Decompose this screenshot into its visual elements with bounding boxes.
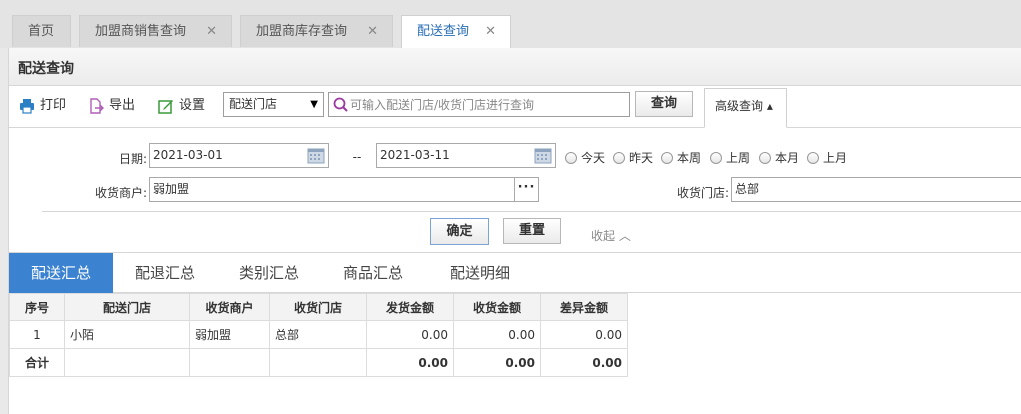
settings-label: 设置 bbox=[179, 98, 206, 113]
tab-label: 首页 bbox=[28, 24, 55, 39]
merchant-label: 收货商户: bbox=[94, 186, 147, 200]
tab-label: 加盟商库存查询 bbox=[256, 24, 348, 39]
calendar-icon[interactable] bbox=[534, 147, 552, 164]
date-from-field[interactable]: 2021-03-01 bbox=[149, 143, 329, 168]
collapse-toggle[interactable]: 收起 ︿ bbox=[591, 227, 631, 244]
radio-icon bbox=[807, 152, 819, 164]
reset-button[interactable]: 重置 bbox=[503, 218, 561, 244]
toolbar: 打印 导出 设置 配送门店 ▼ 查询 bbox=[9, 86, 1021, 128]
table-cell: 0.00 bbox=[540, 348, 628, 377]
radio-icon bbox=[710, 152, 722, 164]
merchant-field[interactable]: 弱加盟 ··· bbox=[149, 177, 539, 202]
confirm-button[interactable]: 确定 bbox=[430, 218, 489, 245]
tab-delivery-query[interactable]: 配送查询 ✕ bbox=[401, 15, 511, 48]
tab-home[interactable]: 首页 bbox=[12, 15, 71, 47]
page-header: 配送查询 bbox=[9, 48, 1021, 86]
export-button[interactable]: 导出 bbox=[88, 96, 148, 116]
date-to-field[interactable]: 2021-03-11 bbox=[376, 143, 556, 168]
radio-icon bbox=[613, 152, 625, 164]
table-total-row: 合计 0.00 0.00 0.00 bbox=[9, 348, 628, 377]
printer-icon bbox=[20, 99, 34, 114]
main-panel: 配送查询 打印 导出 设置 配送门店 ▼ 可输入配送门店/收货门店进行查询 查询… bbox=[8, 48, 1021, 414]
merchant-value: 弱加盟 bbox=[153, 182, 190, 196]
search-box bbox=[328, 92, 630, 117]
radio-icon bbox=[759, 152, 771, 164]
date-label: 日期: bbox=[118, 152, 147, 166]
quick-date-label: 本周 bbox=[677, 151, 702, 165]
table-cell: 合计 bbox=[9, 348, 65, 377]
tab-strip: 首页 加盟商销售查询 ✕ 加盟商库存查询 ✕ 配送查询 ✕ bbox=[0, 0, 1021, 48]
summary-tabs: 配送汇总 配退汇总 类别汇总 商品汇总 配送明细 bbox=[9, 252, 1021, 293]
table-cell: 0.00 bbox=[366, 320, 454, 349]
table-cell: 0.00 bbox=[453, 348, 541, 377]
query-button[interactable]: 查询 bbox=[635, 91, 693, 117]
calendar-icon[interactable] bbox=[307, 147, 325, 164]
column-header[interactable]: 收货商户 bbox=[189, 293, 270, 321]
search-icon bbox=[333, 97, 348, 112]
date-from-value: 2021-03-01 bbox=[153, 148, 223, 162]
tab-label: 加盟商销售查询 bbox=[95, 24, 187, 39]
dropdown-arrow-icon: ▼ bbox=[310, 99, 318, 110]
tab-product-summary[interactable]: 商品汇总 bbox=[321, 253, 425, 293]
tab-return-summary[interactable]: 配退汇总 bbox=[113, 253, 217, 293]
table-cell: 总部 bbox=[269, 320, 367, 349]
tab-label: 配送查询 bbox=[417, 24, 470, 39]
column-header[interactable]: 发货金额 bbox=[366, 293, 454, 321]
radio-icon bbox=[565, 152, 577, 164]
close-icon[interactable]: ✕ bbox=[367, 16, 378, 47]
export-label: 导出 bbox=[109, 98, 136, 113]
export-icon bbox=[90, 98, 104, 114]
quick-date-label: 今天 bbox=[581, 151, 606, 165]
store-label: 收货门店: bbox=[676, 186, 729, 200]
scope-select-value: 配送门店 bbox=[229, 97, 278, 111]
column-header[interactable]: 收货门店 bbox=[269, 293, 367, 321]
advanced-query-tab[interactable]: 高级查询 ▴ bbox=[704, 88, 787, 128]
radio-icon bbox=[661, 152, 673, 164]
quick-date-label: 昨天 bbox=[629, 151, 654, 165]
close-icon[interactable]: ✕ bbox=[485, 16, 496, 47]
delivery-table: 序号 配送门店 收货商户 收货门店 发货金额 收货金额 差异金额 1 小陌 弱加… bbox=[9, 293, 628, 377]
search-input[interactable] bbox=[350, 94, 625, 115]
filter-divider bbox=[42, 211, 1021, 212]
more-options-icon[interactable]: ··· bbox=[514, 178, 538, 201]
date-to-value: 2021-03-11 bbox=[380, 148, 450, 162]
quick-date-label: 上周 bbox=[726, 151, 751, 165]
edit-settings-icon bbox=[158, 100, 173, 114]
table-cell: 1 bbox=[9, 320, 65, 349]
page-title: 配送查询 bbox=[18, 61, 74, 77]
column-header[interactable]: 收货金额 bbox=[453, 293, 541, 321]
table-cell bbox=[64, 348, 190, 377]
tab-franchise-sales[interactable]: 加盟商销售查询 ✕ bbox=[79, 15, 232, 47]
column-header[interactable]: 序号 bbox=[9, 293, 65, 321]
quick-date-label: 上月 bbox=[823, 151, 848, 165]
store-field[interactable]: 总部 bbox=[731, 177, 1021, 202]
table-cell: 小陌 bbox=[64, 320, 190, 349]
tab-delivery-detail[interactable]: 配送明细 bbox=[425, 253, 535, 293]
table-row[interactable]: 1 小陌 弱加盟 总部 0.00 0.00 0.00 bbox=[9, 320, 628, 349]
column-header[interactable]: 配送门店 bbox=[64, 293, 190, 321]
settings-button[interactable]: 设置 bbox=[158, 96, 218, 116]
quick-date-label: 本月 bbox=[775, 151, 800, 165]
table-cell bbox=[189, 348, 270, 377]
scope-select[interactable]: 配送门店 ▼ bbox=[223, 92, 324, 117]
table-cell: 0.00 bbox=[453, 320, 541, 349]
table-cell: 弱加盟 bbox=[189, 320, 270, 349]
advanced-query-label: 高级查询 ▴ bbox=[715, 99, 773, 113]
tab-category-summary[interactable]: 类别汇总 bbox=[217, 253, 321, 293]
column-header[interactable]: 差异金额 bbox=[540, 293, 628, 321]
table-cell bbox=[269, 348, 367, 377]
store-value: 总部 bbox=[735, 182, 760, 196]
tab-delivery-summary[interactable]: 配送汇总 bbox=[9, 253, 113, 293]
close-icon[interactable]: ✕ bbox=[206, 16, 217, 47]
print-button[interactable]: 打印 bbox=[19, 96, 79, 116]
table-header-row: 序号 配送门店 收货商户 收货门店 发货金额 收货金额 差异金额 bbox=[9, 293, 628, 321]
table-cell: 0.00 bbox=[540, 320, 628, 349]
table-cell: 0.00 bbox=[366, 348, 454, 377]
date-separator: -- bbox=[352, 150, 362, 164]
print-label: 打印 bbox=[40, 98, 67, 113]
tab-franchise-stock[interactable]: 加盟商库存查询 ✕ bbox=[240, 15, 393, 47]
